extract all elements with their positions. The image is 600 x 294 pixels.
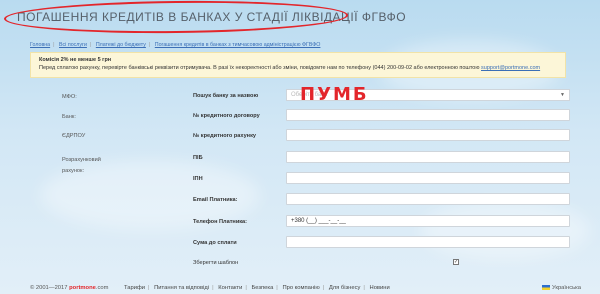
commission-notice: Комісія 2% не менше 5 грн Перед сплатою … bbox=[30, 52, 566, 78]
breadcrumb-home[interactable]: Головна bbox=[30, 42, 50, 48]
footer-link-tariffs[interactable]: Тарифи bbox=[124, 285, 145, 291]
pib-input[interactable] bbox=[286, 151, 570, 163]
footer: © 2001—2017 portmone.com Тарифи | Питання… bbox=[0, 280, 600, 294]
email-input[interactable] bbox=[286, 193, 570, 205]
footer-copyright: © 2001—2017 portmone.com bbox=[30, 285, 108, 291]
logo-suffix: .com bbox=[95, 285, 109, 291]
handwritten-bank-name: ПУМБ bbox=[300, 84, 369, 105]
support-email-link[interactable]: support@portmone.com bbox=[481, 65, 540, 71]
save-template-checkbox[interactable]: ✓ bbox=[453, 259, 459, 265]
save-template-label: Зберегти шаблон bbox=[193, 260, 239, 266]
amount-label: Сума до сплати bbox=[193, 240, 237, 246]
loan-contract-input[interactable] bbox=[286, 109, 570, 121]
phone-label: Телефон Платника: bbox=[193, 219, 248, 225]
footer-link-faq[interactable]: Питання та відповіді bbox=[154, 285, 209, 291]
loan-account-label: № кредитного рахунку bbox=[193, 133, 256, 139]
language-selector[interactable]: Українська bbox=[542, 285, 581, 291]
breadcrumb-budget-payments[interactable]: Платежі до бюджету bbox=[96, 42, 146, 48]
breadcrumb: Головна | Всі послуги | Платежі до бюджету… bbox=[30, 42, 321, 48]
copyright-years: © 2001—2017 bbox=[30, 285, 68, 291]
red-highlight-oval bbox=[3, 0, 349, 35]
footer-nav: Тарифи | Питання та відповіді | Контакти | … bbox=[124, 285, 390, 291]
page-header: Погашення кредитів в банках у стадії лік… bbox=[0, 0, 600, 36]
portmone-logo[interactable]: portmone bbox=[69, 285, 96, 291]
breadcrumb-current[interactable]: Погашення кредитів в банках з тимчасовою… bbox=[155, 42, 321, 48]
search-bank-label: Пошук банку за назвою bbox=[193, 93, 259, 99]
loan-contract-label: № кредитного договору bbox=[193, 113, 260, 119]
notice-title: Комісія 2% не менше 5 грн bbox=[39, 57, 112, 63]
footer-link-about[interactable]: Про компанію bbox=[282, 285, 319, 291]
footer-link-contacts[interactable]: Контакти bbox=[218, 285, 242, 291]
email-label: Email Платника: bbox=[193, 197, 238, 203]
mfo-label: МФО: bbox=[62, 94, 77, 100]
footer-link-business[interactable]: Для бізнесу bbox=[329, 285, 361, 291]
amount-input[interactable] bbox=[286, 236, 570, 248]
footer-link-security[interactable]: Безпека bbox=[251, 285, 273, 291]
bank-label: Банк: bbox=[62, 114, 76, 120]
ipn-label: ІПН bbox=[193, 176, 203, 182]
pib-label: ПІБ bbox=[193, 155, 203, 161]
chevron-down-icon: ▼ bbox=[560, 92, 565, 98]
breadcrumb-all-services[interactable]: Всі послуги bbox=[59, 42, 87, 48]
footer-link-news[interactable]: Новини bbox=[370, 285, 390, 291]
ipn-input[interactable] bbox=[286, 172, 570, 184]
language-label: Українська bbox=[552, 285, 582, 291]
phone-input[interactable]: +380 (__) ___-__-__ bbox=[286, 215, 570, 227]
account-label: Розрахунковий рахунок: bbox=[62, 157, 101, 174]
edrpou-label: ЄДРПОУ bbox=[62, 133, 86, 139]
notice-text: Перед сплатою рахунку, перевірте банківс… bbox=[39, 64, 480, 71]
ukraine-flag-icon bbox=[542, 285, 550, 290]
loan-account-input[interactable] bbox=[286, 129, 570, 141]
